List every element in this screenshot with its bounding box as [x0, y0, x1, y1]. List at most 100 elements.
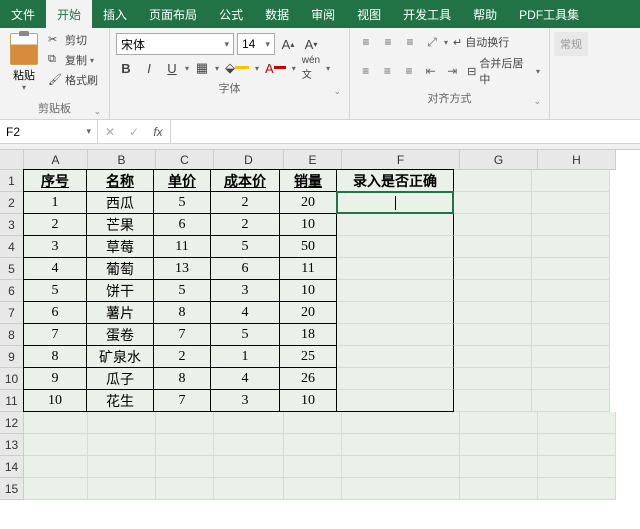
cell-D13[interactable] — [214, 434, 284, 456]
cell-F3[interactable] — [336, 214, 454, 236]
col-header-D[interactable]: D — [214, 150, 284, 170]
cell-A8[interactable]: 7 — [23, 323, 87, 346]
confirm-button[interactable]: ✓ — [122, 125, 146, 139]
col-header-A[interactable]: A — [24, 150, 88, 170]
row-header-2[interactable]: 2 — [0, 192, 24, 214]
cell-E14[interactable] — [284, 456, 342, 478]
row-header-1[interactable]: 1 — [0, 170, 24, 192]
cell-G2[interactable] — [454, 192, 532, 214]
cell-H1[interactable] — [532, 170, 610, 192]
row-header-4[interactable]: 4 — [0, 236, 24, 258]
cell-A11[interactable]: 10 — [23, 389, 87, 412]
cell-H13[interactable] — [538, 434, 616, 456]
cell-E10[interactable]: 26 — [279, 367, 337, 390]
cell-D8[interactable]: 5 — [210, 323, 280, 346]
menu-layout[interactable]: 页面布局 — [138, 0, 208, 28]
select-all-corner[interactable] — [0, 150, 24, 170]
cell-D10[interactable]: 4 — [210, 367, 280, 390]
cell-F15[interactable] — [342, 478, 460, 500]
cell-F11[interactable] — [336, 390, 454, 412]
phonetic-button[interactable]: wén文 — [299, 58, 323, 78]
cell-G7[interactable] — [454, 302, 532, 324]
menu-help[interactable]: 帮助 — [462, 0, 508, 28]
decrease-font-button[interactable]: A▾ — [301, 34, 321, 54]
cell-B11[interactable]: 花生 — [86, 389, 154, 412]
menu-review[interactable]: 审阅 — [300, 0, 346, 28]
cell-G4[interactable] — [454, 236, 532, 258]
align-middle-button[interactable]: ≡ — [378, 33, 398, 51]
cell-B3[interactable]: 芒果 — [86, 213, 154, 236]
cell-D5[interactable]: 6 — [210, 257, 280, 280]
copy-button[interactable]: ⧉复制▾ — [46, 51, 100, 69]
col-header-F[interactable]: F — [342, 150, 460, 170]
align-bottom-button[interactable]: ≡ — [400, 33, 420, 51]
row-header-5[interactable]: 5 — [0, 258, 24, 280]
cell-G12[interactable] — [460, 412, 538, 434]
cell-H3[interactable] — [532, 214, 610, 236]
style-normal-button[interactable]: 常规 — [554, 32, 588, 56]
indent-dec-button[interactable]: ⇤ — [421, 62, 441, 80]
col-header-E[interactable]: E — [284, 150, 342, 170]
merge-center-button[interactable]: ⊟合并后居中▾ — [464, 54, 543, 88]
cell-E3[interactable]: 10 — [279, 213, 337, 236]
row-header-14[interactable]: 14 — [0, 456, 24, 478]
row-header-11[interactable]: 11 — [0, 390, 24, 412]
font-size-select[interactable]: 14▾ — [237, 33, 275, 55]
cell-C11[interactable]: 7 — [153, 389, 211, 412]
cell-F6[interactable] — [336, 280, 454, 302]
cell-A4[interactable]: 3 — [23, 235, 87, 258]
cell-B7[interactable]: 薯片 — [86, 301, 154, 324]
cell-E6[interactable]: 10 — [279, 279, 337, 302]
menu-view[interactable]: 视图 — [346, 0, 392, 28]
cell-G5[interactable] — [454, 258, 532, 280]
orientation-button[interactable]: ⤢ — [422, 33, 442, 51]
paste-button[interactable]: 粘贴 ▾ — [6, 31, 42, 94]
increase-font-button[interactable]: A▴ — [278, 34, 298, 54]
cell-B5[interactable]: 葡萄 — [86, 257, 154, 280]
align-left-button[interactable]: ≡ — [356, 62, 376, 80]
cell-D3[interactable]: 2 — [210, 213, 280, 236]
cell-H12[interactable] — [538, 412, 616, 434]
cell-C2[interactable]: 5 — [153, 191, 211, 214]
cell-F13[interactable] — [342, 434, 460, 456]
menu-dev[interactable]: 开发工具 — [392, 0, 462, 28]
cell-A5[interactable]: 4 — [23, 257, 87, 280]
cell-E13[interactable] — [284, 434, 342, 456]
cell-C10[interactable]: 8 — [153, 367, 211, 390]
cell-H4[interactable] — [532, 236, 610, 258]
cell-B15[interactable] — [88, 478, 156, 500]
row-header-13[interactable]: 13 — [0, 434, 24, 456]
cell-C14[interactable] — [156, 456, 214, 478]
cell-E11[interactable]: 10 — [279, 389, 337, 412]
cell-E4[interactable]: 50 — [279, 235, 337, 258]
cell-B12[interactable] — [88, 412, 156, 434]
cell-G9[interactable] — [454, 346, 532, 368]
cell-A10[interactable]: 9 — [23, 367, 87, 390]
cell-B1[interactable]: 名称 — [86, 169, 154, 192]
cell-A1[interactable]: 序号 — [23, 169, 87, 192]
cell-C5[interactable]: 13 — [153, 257, 211, 280]
cell-A12[interactable] — [24, 412, 88, 434]
row-header-12[interactable]: 12 — [0, 412, 24, 434]
cell-D6[interactable]: 3 — [210, 279, 280, 302]
col-header-G[interactable]: G — [460, 150, 538, 170]
cell-B2[interactable]: 西瓜 — [86, 191, 154, 214]
cell-C9[interactable]: 2 — [153, 345, 211, 368]
menu-file[interactable]: 文件 — [0, 0, 46, 28]
cell-A15[interactable] — [24, 478, 88, 500]
cell-G13[interactable] — [460, 434, 538, 456]
cell-H6[interactable] — [532, 280, 610, 302]
cell-G14[interactable] — [460, 456, 538, 478]
cell-A14[interactable] — [24, 456, 88, 478]
menu-pdf[interactable]: PDF工具集 — [508, 0, 590, 28]
cell-G1[interactable] — [454, 170, 532, 192]
cell-A2[interactable]: 1 — [23, 191, 87, 214]
menu-data[interactable]: 数据 — [254, 0, 300, 28]
font-color-button[interactable]: A — [262, 58, 289, 78]
cell-C7[interactable]: 8 — [153, 301, 211, 324]
wrap-text-button[interactable]: ↵自动换行 — [450, 33, 512, 51]
cell-C13[interactable] — [156, 434, 214, 456]
cell-D1[interactable]: 成本价 — [210, 169, 280, 192]
cell-F4[interactable] — [336, 236, 454, 258]
indent-inc-button[interactable]: ⇥ — [443, 62, 463, 80]
